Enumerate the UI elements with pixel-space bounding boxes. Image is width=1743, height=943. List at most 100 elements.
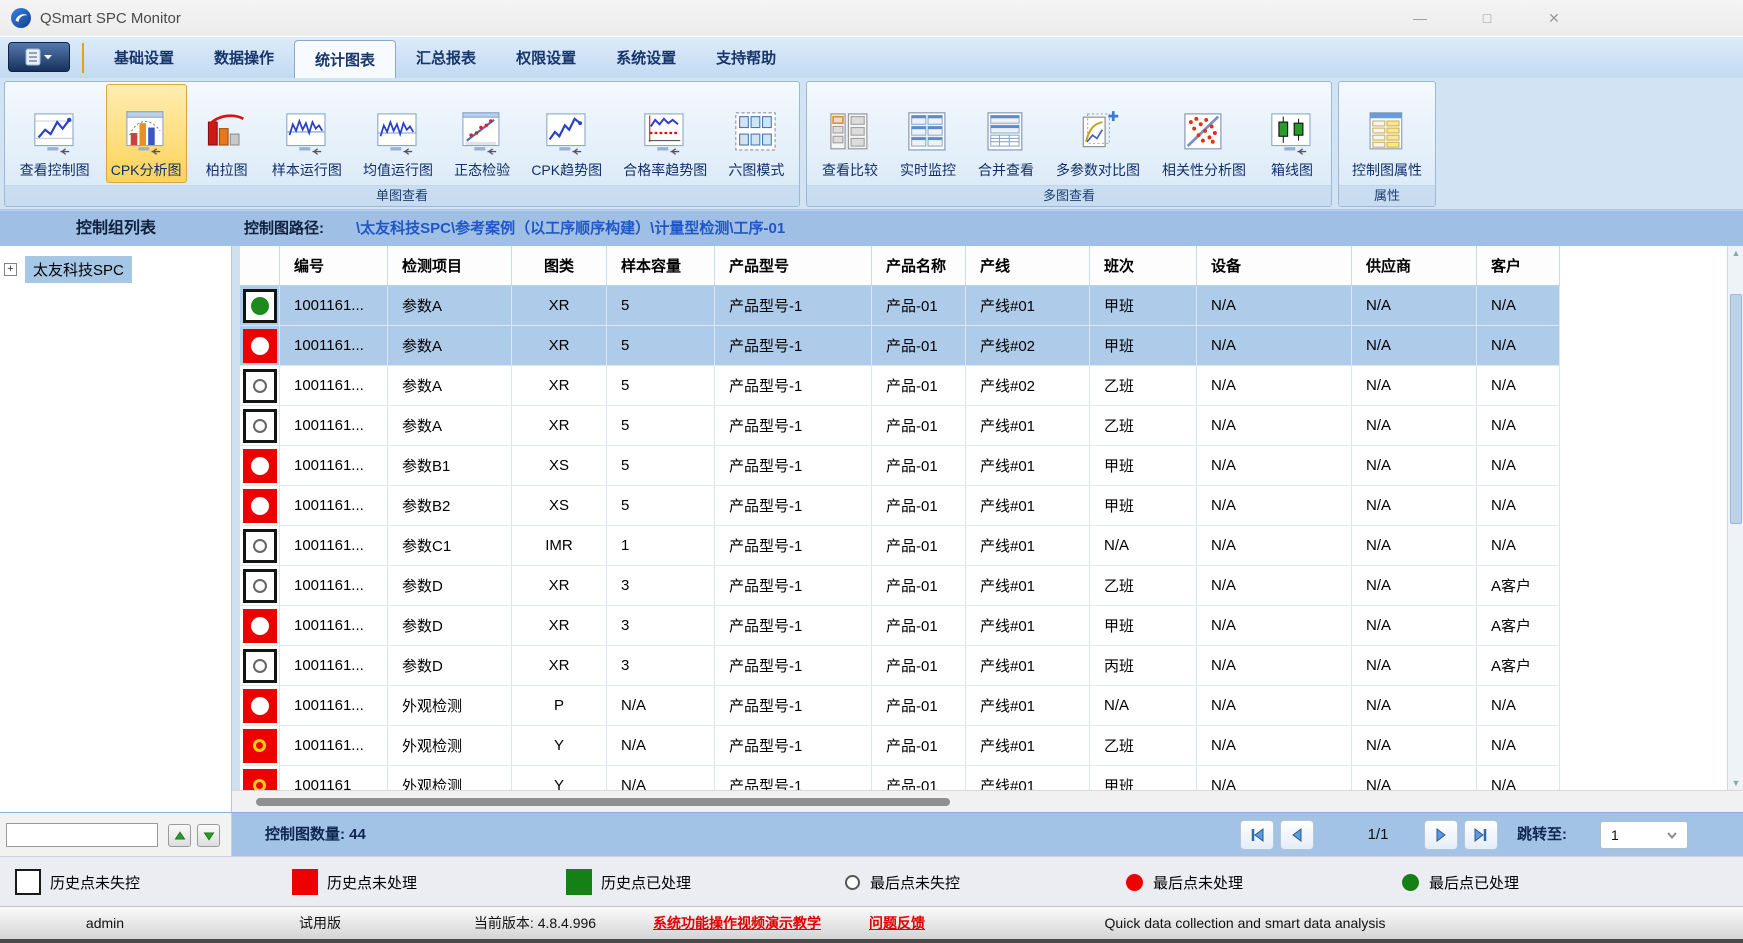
- table-row-4[interactable]: 1001161...参数B1XS5产品型号-1产品-01产线#01甲班N/AN/…: [240, 446, 1560, 486]
- move-down-button[interactable]: [197, 824, 220, 847]
- jump-page-select[interactable]: 1: [1600, 821, 1688, 849]
- row-status-cell: [240, 286, 280, 326]
- table-row-3[interactable]: 1001161...参数AXR5产品型号-1产品-01产线#01乙班N/AN/A…: [240, 406, 1560, 446]
- table-row-1[interactable]: 1001161...参数AXR5产品型号-1产品-01产线#02甲班N/AN/A…: [240, 326, 1560, 366]
- ribbon-button-multi-param[interactable]: 多参数对比图: [1051, 84, 1145, 183]
- cell-2-3: 5: [607, 366, 715, 406]
- chart-count: 控制图数量: 44: [265, 813, 366, 857]
- last-page-button[interactable]: [1464, 820, 1498, 850]
- cell-1-6: 产线#02: [966, 326, 1090, 366]
- cell-1-8: N/A: [1197, 326, 1352, 366]
- ribbon-button-six-chart[interactable]: 六图模式: [723, 84, 789, 183]
- column-header-status[interactable]: [240, 246, 280, 285]
- table-row-7[interactable]: 1001161...参数DXR3产品型号-1产品-01产线#01乙班N/AN/A…: [240, 566, 1560, 606]
- horizontal-scrollbar[interactable]: [232, 790, 1743, 812]
- horizontal-scroll-thumb[interactable]: [256, 798, 950, 806]
- column-header-9[interactable]: 供应商: [1352, 246, 1477, 285]
- menu-item-4[interactable]: 权限设置: [496, 37, 596, 78]
- tree-root-item[interactable]: 太友科技SPC: [25, 256, 132, 283]
- menu-item-3[interactable]: 汇总报表: [396, 37, 496, 78]
- status-dot: [251, 457, 269, 475]
- app-logo-icon: [10, 7, 32, 29]
- minimize-icon[interactable]: —: [1398, 6, 1442, 30]
- ribbon-button-merged-view[interactable]: 合并查看: [973, 84, 1039, 183]
- menu-item-5[interactable]: 系统设置: [596, 37, 696, 78]
- ribbon-button-realtime-monitor[interactable]: 实时监控: [895, 84, 961, 183]
- cell-3-2: XR: [512, 406, 607, 446]
- ribbon-button-cpk-trend[interactable]: CPK趋势图: [526, 84, 607, 183]
- column-header-10[interactable]: 客户: [1477, 246, 1560, 285]
- status-red-box-white-dot-icon: [243, 489, 277, 523]
- ribbon-button-correlation[interactable]: 相关性分析图: [1157, 84, 1251, 183]
- cell-9-7: 丙班: [1090, 646, 1197, 686]
- cell-4-4: 产品型号-1: [715, 446, 872, 486]
- menu-item-6[interactable]: 支持帮助: [696, 37, 796, 78]
- cell-12-8: N/A: [1197, 766, 1352, 790]
- next-page-button[interactable]: [1424, 820, 1458, 850]
- cell-6-10: N/A: [1477, 526, 1560, 566]
- app-menu-button[interactable]: [8, 42, 70, 72]
- table-row-5[interactable]: 1001161...参数B2XS5产品型号-1产品-01产线#01甲班N/AN/…: [240, 486, 1560, 526]
- cell-2-0: 1001161...: [280, 366, 388, 406]
- column-header-1[interactable]: 检测项目: [388, 246, 512, 285]
- menu-item-0[interactable]: 基础设置: [94, 37, 194, 78]
- column-header-3[interactable]: 样本容量: [607, 246, 715, 285]
- maximize-icon[interactable]: □: [1465, 6, 1509, 30]
- ribbon-button-pass-rate-trend[interactable]: 合格率趋势图: [618, 84, 712, 183]
- normality-test-icon: [458, 109, 506, 157]
- menu-item-2[interactable]: 统计图表: [294, 40, 396, 78]
- ribbon-button-cpk-analysis[interactable]: CPK分析图: [106, 84, 187, 183]
- menu-item-1[interactable]: 数据操作: [194, 37, 294, 78]
- ribbon-button-label: 合并查看: [978, 160, 1034, 180]
- ribbon-button-chart-properties[interactable]: 控制图属性: [1347, 84, 1427, 183]
- column-header-5[interactable]: 产品名称: [872, 246, 966, 285]
- column-header-4[interactable]: 产品型号: [715, 246, 872, 285]
- ribbon-button-sample-run[interactable]: 样本运行图: [267, 84, 347, 183]
- ribbon-button-control-chart[interactable]: 查看控制图: [15, 84, 95, 183]
- ribbon-button-boxplot[interactable]: 箱线图: [1263, 84, 1321, 183]
- ribbon-button-pareto[interactable]: 柏拉图: [198, 84, 256, 183]
- first-page-button[interactable]: [1240, 820, 1274, 850]
- ribbon-button-normality-test[interactable]: 正态检验: [449, 84, 515, 183]
- prev-page-button[interactable]: [1280, 820, 1314, 850]
- table-row-10[interactable]: 1001161...外观检测PN/A产品型号-1产品-01产线#01N/AN/A…: [240, 686, 1560, 726]
- table-header-row: 编号检测项目图类样本容量产品型号产品名称产线班次设备供应商客户: [240, 246, 1560, 286]
- table-row-11[interactable]: 1001161...外观检测YN/A产品型号-1产品-01产线#01乙班N/AN…: [240, 726, 1560, 766]
- table-row-9[interactable]: 1001161...参数DXR3产品型号-1产品-01产线#01丙班N/AN/A…: [240, 646, 1560, 686]
- close-icon[interactable]: ✕: [1532, 6, 1576, 30]
- cell-3-5: 产品-01: [872, 406, 966, 446]
- cell-1-9: N/A: [1352, 326, 1477, 366]
- table-row-6[interactable]: 1001161...参数C1IMR1产品型号-1产品-01产线#01N/AN/A…: [240, 526, 1560, 566]
- table-row-8[interactable]: 1001161...参数DXR3产品型号-1产品-01产线#01甲班N/AN/A…: [240, 606, 1560, 646]
- tree-expand-icon[interactable]: +: [4, 263, 17, 276]
- table-row-2[interactable]: 1001161...参数AXR5产品型号-1产品-01产线#02乙班N/AN/A…: [240, 366, 1560, 406]
- title-bar: QSmart SPC Monitor — □ ✕: [0, 0, 1743, 36]
- view-compare-icon: [826, 109, 874, 157]
- column-header-7[interactable]: 班次: [1090, 246, 1197, 285]
- table-row-12[interactable]: 1001161外观检测YN/A产品型号-1产品-01产线#01甲班N/AN/AN…: [240, 766, 1560, 790]
- ribbon-button-mean-run[interactable]: 均值运行图: [358, 84, 438, 183]
- vertical-scroll-thumb[interactable]: [1730, 294, 1742, 524]
- column-header-6[interactable]: 产线: [966, 246, 1090, 285]
- scroll-up-icon[interactable]: ▲: [1729, 246, 1743, 260]
- ribbon-button-view-compare[interactable]: 查看比较: [817, 84, 883, 183]
- column-header-0[interactable]: 编号: [280, 246, 388, 285]
- cell-1-1: 参数A: [388, 326, 512, 366]
- sidebar-title: 控制组列表: [0, 211, 232, 247]
- tree-search-input[interactable]: [6, 823, 158, 847]
- column-header-2[interactable]: 图类: [512, 246, 607, 285]
- move-up-button[interactable]: [168, 824, 191, 847]
- status-link-4[interactable]: 问题反馈: [869, 907, 925, 940]
- vertical-scrollbar[interactable]: ▲ ▼: [1727, 246, 1743, 790]
- cell-7-5: 产品-01: [872, 566, 966, 606]
- table-row-0[interactable]: 1001161...参数AXR5产品型号-1产品-01产线#01甲班N/AN/A…: [240, 286, 1560, 326]
- ribbon-button-label: 样本运行图: [272, 160, 342, 180]
- status-white-box-outline-dot-icon: [243, 529, 277, 563]
- status-link-3[interactable]: 系统功能操作视频演示教学: [653, 907, 821, 940]
- scroll-down-icon[interactable]: ▼: [1729, 776, 1743, 790]
- cell-3-9: N/A: [1352, 406, 1477, 446]
- legend-label: 最后点已处理: [1429, 872, 1519, 893]
- legend-label: 历史点已处理: [601, 872, 691, 893]
- status-dot: [253, 419, 267, 433]
- column-header-8[interactable]: 设备: [1197, 246, 1352, 285]
